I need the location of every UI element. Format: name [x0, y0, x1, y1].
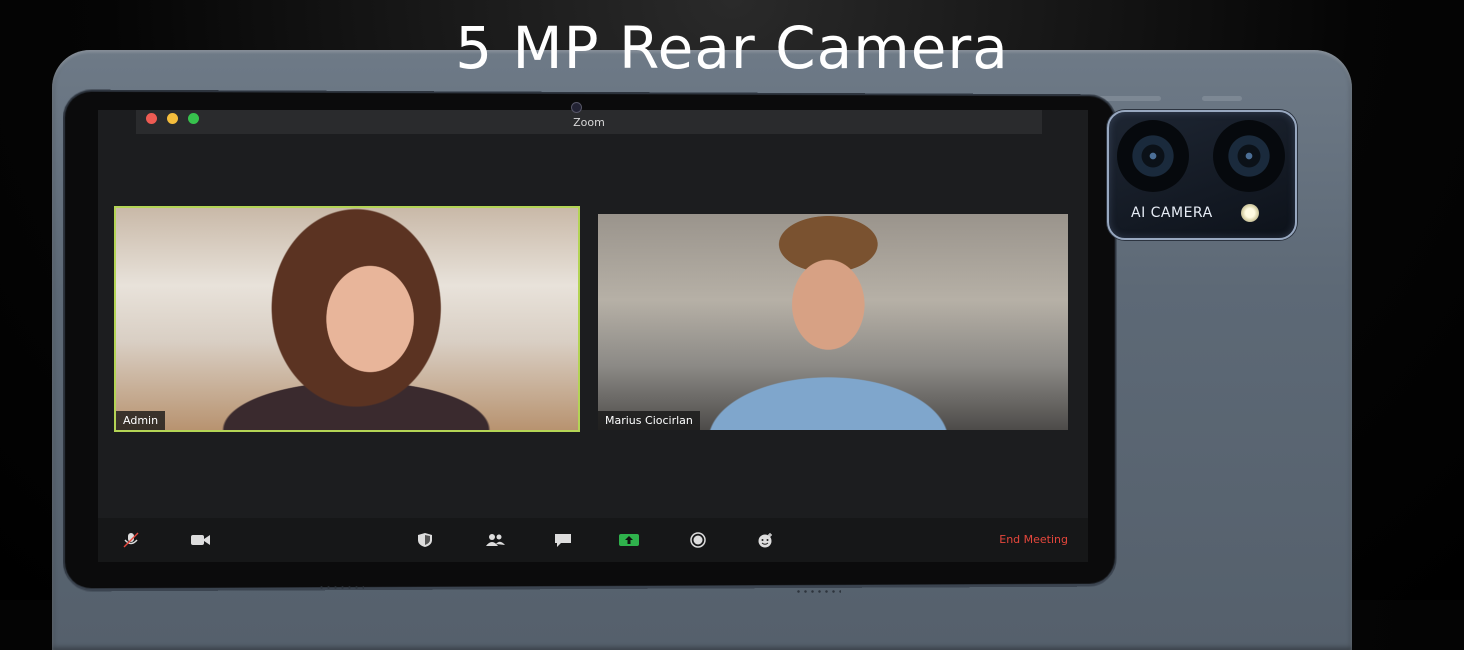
chat-icon[interactable] — [553, 532, 571, 548]
speaker-grille-right — [795, 590, 841, 593]
close-window-button[interactable] — [146, 113, 157, 124]
security-shield-icon[interactable] — [416, 532, 434, 548]
video-tile-marius[interactable]: Marius Ciocirlan — [598, 214, 1068, 430]
headline: 5 MP Rear Camera — [455, 14, 1009, 82]
minimize-window-button[interactable] — [167, 113, 178, 124]
rear-camera-module: AI CAMERA — [1107, 110, 1297, 240]
end-meeting-button[interactable]: End Meeting — [999, 533, 1068, 546]
power-button — [1202, 96, 1242, 101]
meeting-toolbar: End Meeting — [98, 518, 1088, 562]
video-tile-admin[interactable]: Admin — [114, 206, 580, 432]
camera-lens-icon — [1117, 120, 1189, 192]
maximize-window-button[interactable] — [188, 113, 199, 124]
share-screen-icon[interactable] — [618, 532, 639, 548]
video-icon[interactable] — [190, 532, 210, 548]
tablet-screen: Zoom Admin Marius Ciocirlan End Meeting — [98, 110, 1088, 562]
front-camera — [571, 102, 582, 113]
camera-label: AI CAMERA — [1131, 205, 1213, 221]
window-title: Zoom — [573, 116, 605, 129]
participant-name-tag: Marius Ciocirlan — [598, 411, 700, 430]
participants-icon[interactable] — [484, 532, 505, 548]
mute-microphone-icon[interactable] — [122, 532, 140, 548]
participant-name-tag: Admin — [116, 411, 166, 430]
flash-icon — [1241, 204, 1259, 222]
speaker-grille-left — [318, 586, 364, 589]
camera-lens-icon — [1213, 120, 1285, 192]
reactions-icon[interactable] — [756, 532, 774, 548]
zoom-titlebar: Zoom — [136, 110, 1042, 134]
record-icon[interactable] — [689, 532, 707, 548]
